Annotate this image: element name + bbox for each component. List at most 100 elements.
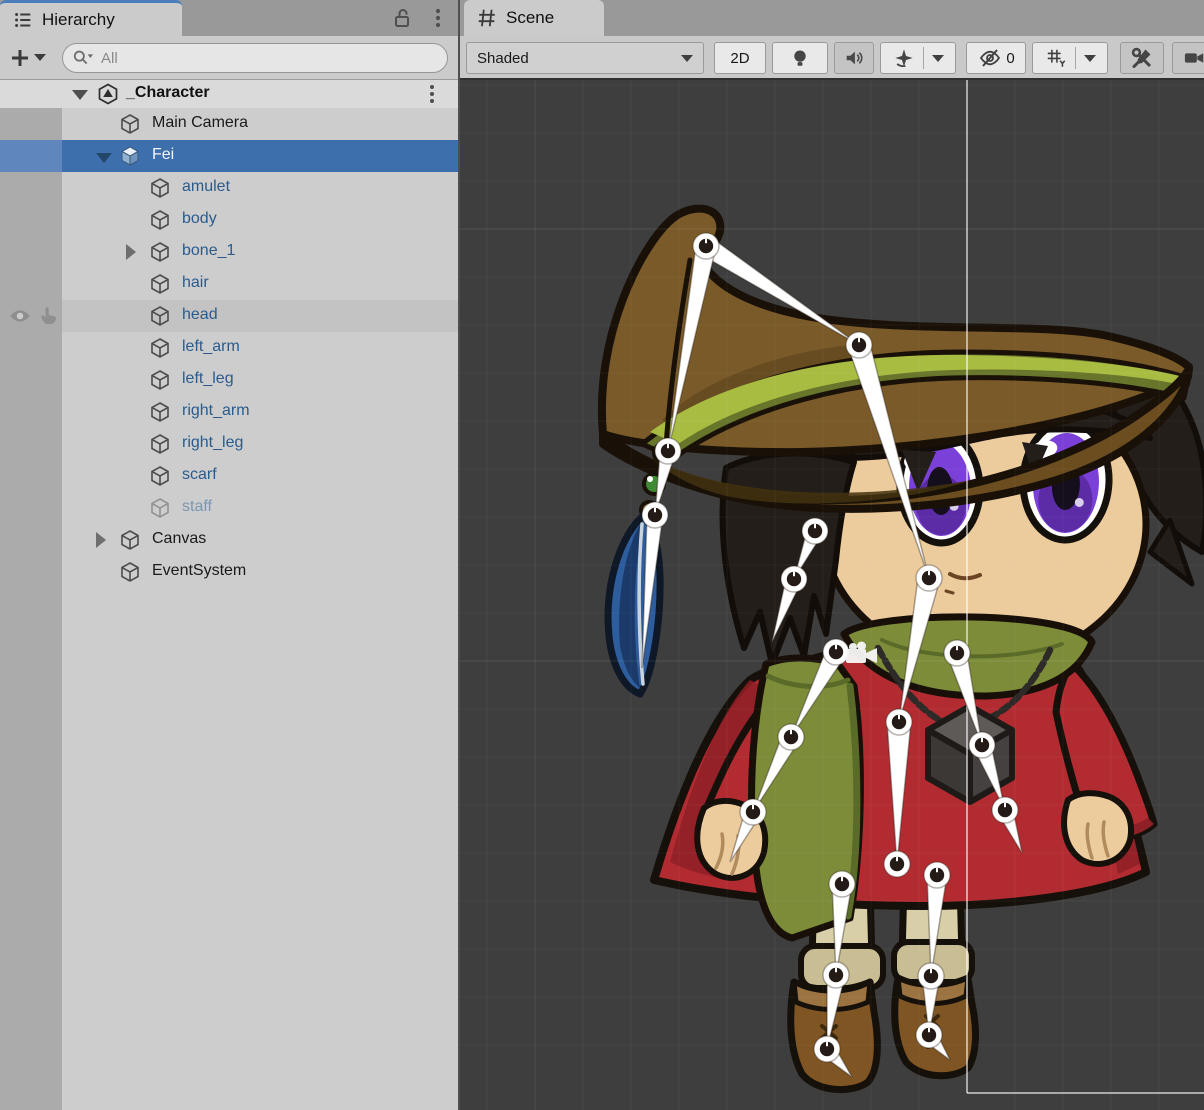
- eye-icon[interactable]: [8, 304, 32, 328]
- camera-settings-button[interactable]: [1172, 42, 1204, 74]
- create-object-button[interactable]: [8, 46, 46, 70]
- scene-view: [460, 80, 1204, 1110]
- scene-lighting-button[interactable]: [772, 42, 828, 74]
- gameobject-cube-icon: [148, 176, 172, 200]
- joint-gizmo: [740, 799, 766, 825]
- gameobject-cube-icon: [148, 496, 172, 520]
- search-placeholder: All: [101, 50, 118, 67]
- expand-arrow-icon[interactable]: [126, 244, 136, 260]
- collapse-arrow-icon[interactable]: [96, 153, 112, 163]
- hierarchy-item-bone-1[interactable]: bone_1: [0, 236, 458, 268]
- prefab-cube-icon: [118, 144, 142, 168]
- hierarchy-item-left-arm[interactable]: left_arm: [0, 332, 458, 364]
- gameobject-cube-icon: [148, 304, 172, 328]
- item-label: EventSystem: [152, 562, 246, 580]
- joint-gizmo: [944, 640, 970, 666]
- hierarchy-item-main-camera[interactable]: Main Camera: [0, 108, 458, 140]
- joint-gizmo: [802, 518, 828, 544]
- lightbulb-icon: [789, 46, 811, 70]
- tab-hierarchy[interactable]: Hierarchy: [0, 0, 182, 36]
- joint-gizmo: [655, 438, 681, 464]
- item-label: Fei: [152, 146, 174, 164]
- grid-icon: [476, 7, 498, 29]
- hierarchy-item-canvas[interactable]: Canvas: [0, 524, 458, 556]
- grid-settings-group[interactable]: [1032, 42, 1108, 74]
- item-label: Canvas: [152, 530, 206, 548]
- item-label: hair: [182, 274, 209, 292]
- grid-axis-icon: [1045, 47, 1067, 69]
- hierarchy-item-head[interactable]: head: [0, 300, 458, 332]
- camera-icon: [1182, 47, 1204, 69]
- joint-gizmo: [778, 724, 804, 750]
- scene-panel: Scene Shaded 2D: [458, 0, 1204, 1110]
- hidden-count: 0: [1006, 50, 1014, 67]
- item-label: amulet: [182, 178, 230, 196]
- joint-gizmo: [814, 1036, 840, 1062]
- item-label: staff: [182, 498, 212, 516]
- eye-slash-icon: [977, 46, 1003, 70]
- hierarchy-search-input[interactable]: All: [62, 43, 448, 73]
- hierarchy-tab-strip: Hierarchy: [0, 0, 458, 36]
- effects-dropdown-caret[interactable]: [932, 55, 944, 62]
- gameobject-cube-icon: [118, 560, 142, 584]
- divider: [1075, 47, 1076, 69]
- create-dropdown-caret: [34, 54, 46, 61]
- joint-gizmo: [829, 871, 855, 897]
- scene-visibility-button[interactable]: 0: [966, 42, 1026, 74]
- hierarchy-item-right-arm[interactable]: right_arm: [0, 396, 458, 428]
- 2d-toggle-button[interactable]: 2D: [714, 42, 766, 74]
- list-icon: [12, 9, 34, 31]
- hierarchy-item-left-leg[interactable]: left_leg: [0, 364, 458, 396]
- unity-logo-icon: [96, 82, 120, 106]
- item-label: head: [182, 306, 218, 324]
- unlock-icon[interactable]: [390, 6, 414, 30]
- unity-editor-window: Hierarchy: [0, 0, 1204, 1110]
- effects-visibility-group[interactable]: [880, 42, 956, 74]
- scene-header-row[interactable]: _Character: [0, 80, 458, 108]
- joint-gizmo: [693, 233, 719, 259]
- gameobject-cube-icon: [148, 240, 172, 264]
- hierarchy-item-scarf[interactable]: scarf: [0, 460, 458, 492]
- scene-audio-button[interactable]: [834, 42, 874, 74]
- pick-hand-icon[interactable]: [36, 304, 60, 328]
- joint-gizmo: [916, 1022, 942, 1048]
- collapse-arrow-icon[interactable]: [72, 90, 88, 100]
- draw-mode-dropdown[interactable]: Shaded: [466, 42, 704, 74]
- joint-gizmo: [924, 862, 950, 888]
- joint-gizmo: [969, 732, 995, 758]
- hierarchy-item-fei[interactable]: Fei: [0, 140, 458, 172]
- scene-toolbar: Shaded 2D: [460, 36, 1204, 80]
- gameobject-cube-icon: [148, 432, 172, 456]
- kebab-menu-icon[interactable]: [428, 6, 448, 30]
- gameobject-cube-icon: [148, 208, 172, 232]
- hierarchy-item-amulet[interactable]: amulet: [0, 172, 458, 204]
- search-icon: [71, 47, 95, 69]
- divider: [923, 47, 924, 69]
- hierarchy-panel: Hierarchy: [0, 0, 458, 1110]
- tab-scene[interactable]: Scene: [464, 0, 604, 36]
- hierarchy-item-staff[interactable]: staff: [0, 492, 458, 524]
- item-label: bone_1: [182, 242, 235, 260]
- joint-gizmo: [823, 639, 849, 665]
- item-label: left_arm: [182, 338, 240, 356]
- joint-gizmo: [884, 851, 910, 877]
- joint-gizmo: [886, 709, 912, 735]
- hierarchy-item-right-leg[interactable]: right_leg: [0, 428, 458, 460]
- gameobject-cube-icon: [148, 400, 172, 424]
- gameobject-cube-icon: [148, 336, 172, 360]
- hierarchy-item-body[interactable]: body: [0, 204, 458, 236]
- scene-viewport[interactable]: [460, 80, 1204, 1110]
- hierarchy-tab-label: Hierarchy: [42, 10, 115, 30]
- grid-dropdown-caret[interactable]: [1084, 55, 1096, 62]
- hierarchy-item-hair[interactable]: hair: [0, 268, 458, 300]
- gameobject-cube-icon: [118, 112, 142, 136]
- component-tools-button[interactable]: [1120, 42, 1164, 74]
- item-label: right_arm: [182, 402, 250, 420]
- gameobject-cube-icon: [118, 528, 142, 552]
- kebab-menu-icon[interactable]: [422, 82, 442, 106]
- draw-mode-label: Shaded: [477, 50, 529, 67]
- expand-arrow-icon[interactable]: [96, 532, 106, 548]
- scene-tab-label: Scene: [506, 8, 554, 28]
- hierarchy-item-eventsystem[interactable]: EventSystem: [0, 556, 458, 588]
- joint-gizmo: [992, 797, 1018, 823]
